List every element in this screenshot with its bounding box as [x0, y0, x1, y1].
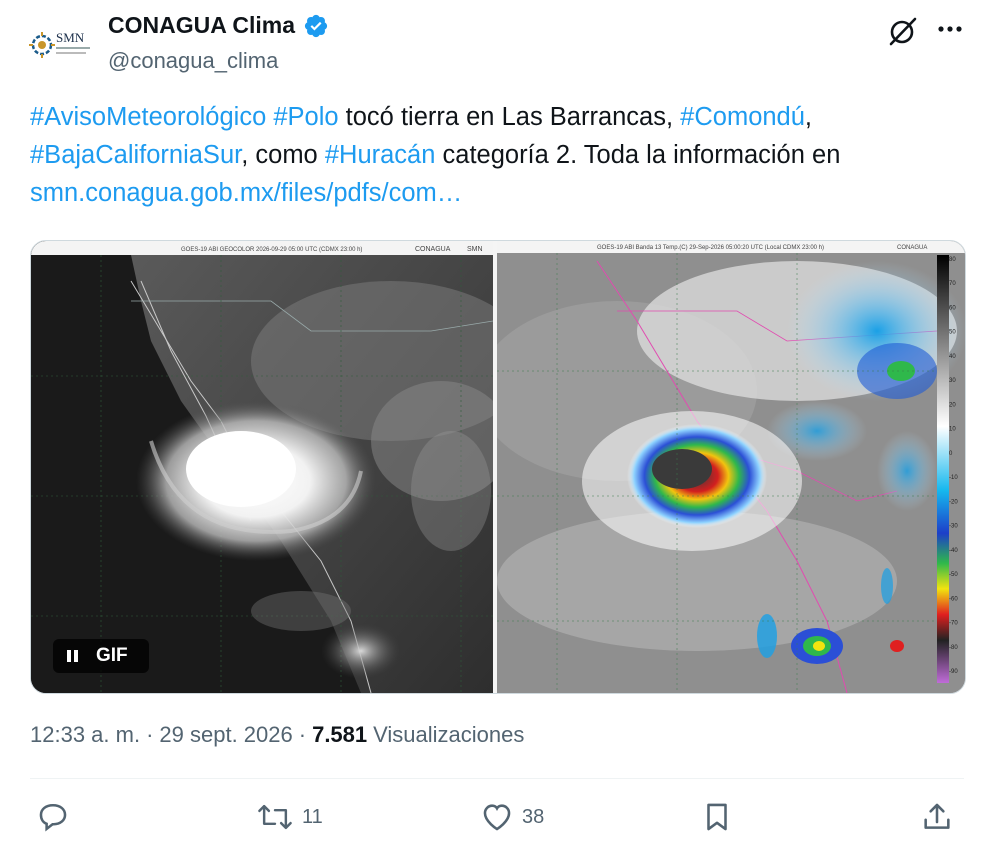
- colorbar-tick-label: 10: [949, 427, 956, 433]
- tweet-text-segment: categoría 2. Toda la información en: [435, 141, 841, 169]
- author-handle[interactable]: @conagua_clima: [108, 48, 278, 74]
- colorbar-tick-label: -50: [949, 572, 958, 578]
- gif-badge[interactable]: GIF: [53, 639, 149, 673]
- tweet-text: #AvisoMeteorológico #Polo tocó tierra en…: [30, 98, 970, 212]
- author-name-row: CONAGUA Clima: [108, 12, 329, 39]
- left-image-header: GOES-19 ABI GEOCOLOR 2026-09-29 05:00 UT…: [181, 247, 362, 253]
- retweet-button[interactable]: 11: [256, 800, 323, 834]
- colorbar-tick-label: -80: [949, 645, 958, 651]
- conagua-logo: CONAGUA: [415, 246, 451, 253]
- colorbar-tick-label: -90: [949, 669, 958, 675]
- colorbar-tick-label: -20: [949, 499, 958, 505]
- colorbar-tick-label: 20: [949, 402, 956, 408]
- like-count: 38: [522, 805, 545, 828]
- colorbar-tick-label: 80: [949, 257, 956, 263]
- colorbar-tick-label: 30: [949, 378, 956, 384]
- smn-logo: SMN: [467, 246, 483, 253]
- views-count: 7.581: [312, 722, 368, 747]
- heart-icon: [483, 804, 511, 831]
- avatar[interactable]: SMN: [28, 16, 96, 74]
- gif-label: GIF: [96, 645, 128, 666]
- reply-button[interactable]: [36, 800, 78, 834]
- colorbar-tick-label: -10: [949, 475, 958, 481]
- author-display-name[interactable]: CONAGUA Clima: [108, 12, 295, 39]
- hashtag-link[interactable]: #Huracán: [325, 141, 436, 169]
- colorbar-tick-label: 70: [949, 281, 956, 287]
- meta-separator: ·: [146, 722, 154, 747]
- colorbar-tick-label: -70: [949, 621, 958, 627]
- avatar-logo-text: SMN: [56, 30, 85, 45]
- url-link[interactable]: smn.conagua.gob.mx/files/pdfs/com…: [30, 179, 462, 207]
- tweet-date[interactable]: 29 sept. 2026: [159, 722, 292, 748]
- bookmark-button[interactable]: [700, 800, 734, 834]
- satellite-image-infrared: GOES-19 ABI Banda 13 Temp.(C) 29-Sep-202…: [497, 241, 965, 693]
- bookmark-icon: [707, 803, 727, 831]
- tweet-metadata: 12:33 a. m. · 29 sept. 2026 · 7.581 Visu…: [30, 722, 524, 748]
- retweet-icon: [258, 804, 292, 830]
- action-bar: 11 38: [30, 800, 964, 844]
- views-label: Visualizaciones: [373, 722, 525, 747]
- grok-icon[interactable]: [886, 16, 920, 46]
- smn-logo-icon: SMN: [29, 30, 90, 58]
- right-image-header: GOES-19 ABI Banda 13 Temp.(C) 29-Sep-202…: [597, 245, 824, 251]
- more-options-icon[interactable]: [934, 14, 966, 44]
- colorbar-tick-label: 40: [949, 354, 956, 360]
- retweet-count: 11: [302, 805, 323, 828]
- tweet-text-segment: , como: [241, 141, 325, 169]
- conagua-logo: CONAGUA: [897, 245, 927, 251]
- hashtag-link[interactable]: #BajaCaliforniaSur: [30, 141, 241, 169]
- satellite-image-geocolor: GOES-19 ABI GEOCOLOR 2026-09-29 05:00 UT…: [31, 241, 493, 693]
- colorbar-tick-label: -30: [949, 524, 958, 530]
- colorbar-tick-label: -40: [949, 548, 958, 554]
- like-button[interactable]: 38: [480, 800, 544, 834]
- tweet-media-gif[interactable]: GOES-19 ABI GEOCOLOR 2026-09-29 05:00 UT…: [30, 240, 966, 694]
- tweet-text-segment: tocó tierra en Las Barrancas,: [338, 103, 681, 131]
- tweet-text-segment: ,: [804, 103, 813, 131]
- hashtag-link[interactable]: #AvisoMeteorológico: [30, 103, 266, 131]
- hashtag-link[interactable]: #Comondú: [680, 103, 805, 131]
- share-icon: [924, 803, 950, 829]
- pause-icon[interactable]: [67, 650, 78, 662]
- colorbar-tick-label: 60: [949, 305, 956, 311]
- tweet-time[interactable]: 12:33 a. m.: [30, 722, 140, 748]
- verified-badge-icon: [304, 14, 328, 37]
- share-button[interactable]: [920, 800, 954, 834]
- reply-icon: [39, 803, 67, 832]
- colorbar-tick-label: -60: [949, 596, 958, 602]
- divider: [30, 778, 964, 779]
- meta-separator: ·: [298, 722, 307, 747]
- temperature-colorbar: [937, 255, 949, 683]
- hashtag-link[interactable]: #Polo: [273, 103, 338, 131]
- colorbar-tick-label: 50: [949, 330, 956, 336]
